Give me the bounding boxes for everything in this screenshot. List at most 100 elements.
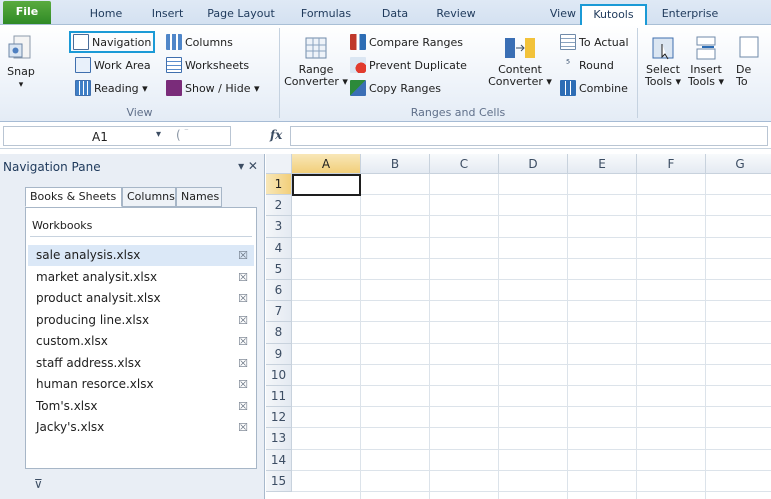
close-workbook-icon[interactable]: ☒ [238, 245, 248, 266]
row-header[interactable]: 9 [266, 343, 292, 365]
reading-button[interactable]: Reading ▾ [75, 78, 148, 98]
close-workbook-icon[interactable]: ☒ [238, 310, 248, 331]
close-workbook-icon[interactable]: ☒ [238, 353, 248, 374]
ranges-cells-group-label: Ranges and Cells [410, 106, 506, 119]
gridline [292, 342, 771, 344]
worksheets-button[interactable]: Worksheets [166, 55, 249, 75]
content-converter-label-2: Converter ▾ [488, 75, 552, 88]
navigation-button[interactable]: Navigation [69, 31, 156, 53]
round-icon: ⁵ [565, 59, 570, 70]
delete-tools-button[interactable]: De To [736, 35, 766, 88]
insert-tools-button[interactable]: Insert Tools ▾ [686, 35, 726, 88]
row-header[interactable]: 2 [266, 195, 292, 217]
column-header[interactable]: B [361, 154, 430, 174]
column-header[interactable]: D [499, 154, 568, 174]
range-converter-button[interactable]: Range Converter ▾ [282, 35, 350, 88]
copy-ranges-button[interactable]: Copy Ranges [350, 78, 441, 98]
show-hide-button[interactable]: Show / Hide ▾ [166, 78, 259, 98]
row-header[interactable]: 4 [266, 237, 292, 259]
row-header[interactable]: 14 [266, 449, 292, 471]
close-workbook-icon[interactable]: ☒ [238, 374, 248, 395]
row-header[interactable]: 13 [266, 428, 292, 450]
close-workbook-icon[interactable]: ☒ [238, 331, 248, 352]
workbook-item[interactable]: product analysit.xlsx ☒ [28, 288, 254, 309]
pin-icon[interactable]: ⊽ [34, 477, 43, 491]
tab-view[interactable]: View [490, 4, 580, 25]
name-box[interactable]: A1 ▾ ( ⁻ [3, 126, 231, 146]
snap-icon [8, 35, 31, 59]
close-workbook-icon[interactable]: ☒ [238, 417, 248, 438]
workbook-name: sale analysis.xlsx [36, 248, 141, 262]
close-workbook-icon[interactable]: ☒ [238, 396, 248, 417]
tab-names[interactable]: Names [176, 187, 222, 207]
workbook-item[interactable]: Tom's.xlsx ☒ [28, 396, 254, 417]
insert-function-icon[interactable]: fx [270, 128, 282, 142]
tab-kutools[interactable]: Kutools [580, 4, 647, 25]
snap-button[interactable]: Snap ▾ [4, 33, 38, 91]
navigation-pane-controls[interactable]: ▾ ✕ [238, 159, 258, 173]
round-label: Round [579, 58, 614, 72]
tab-file[interactable]: File [3, 1, 51, 24]
to-actual-button[interactable]: To Actual [560, 32, 629, 52]
select-tools-button[interactable]: Select Tools ▾ [643, 35, 683, 88]
tab-review[interactable]: Review [428, 4, 484, 25]
workbook-item[interactable]: custom.xlsx ☒ [28, 331, 254, 352]
workbook-item[interactable]: market analysit.xlsx ☒ [28, 267, 254, 288]
gridline [636, 174, 637, 499]
prevent-duplicate-label: Prevent Duplicate [369, 58, 467, 72]
tab-enterprise[interactable]: Enterprise [650, 4, 730, 25]
content-converter-button[interactable]: Content Converter ▾ [480, 35, 560, 88]
column-header[interactable]: G [706, 154, 771, 174]
close-workbook-icon[interactable]: ☒ [238, 288, 248, 309]
gridline [292, 194, 771, 196]
column-header[interactable]: C [430, 154, 499, 174]
workbook-item[interactable]: sale analysis.xlsx ☒ [28, 245, 254, 266]
compare-ranges-button[interactable]: Compare Ranges [350, 32, 463, 52]
gridline [498, 174, 499, 499]
combine-button[interactable]: Combine [560, 78, 628, 98]
ribbon: Snap ▾ Navigation Columns Work Area Works… [0, 25, 771, 122]
workbook-item[interactable]: staff address.xlsx ☒ [28, 353, 254, 374]
column-header[interactable]: A [292, 154, 361, 174]
tab-books-sheets[interactable]: Books & Sheets [25, 187, 122, 207]
name-box-resize-icon[interactable]: ( [176, 128, 181, 142]
row-header[interactable]: 7 [266, 301, 292, 323]
row-header[interactable]: 15 [266, 470, 292, 492]
row-header[interactable]: 10 [266, 364, 292, 386]
row-header[interactable]: 12 [266, 407, 292, 429]
prevent-duplicate-button[interactable]: Prevent Duplicate [350, 55, 467, 75]
formula-input[interactable] [290, 126, 768, 146]
columns-icon [166, 34, 182, 50]
row-header[interactable]: 6 [266, 280, 292, 302]
tab-formulas[interactable]: Formulas [292, 4, 360, 25]
round-button[interactable]: ⁵ Round [560, 55, 614, 75]
work-area-icon [75, 57, 91, 73]
tab-home[interactable]: Home [80, 4, 132, 25]
tab-insert[interactable]: Insert [140, 4, 195, 25]
columns-button[interactable]: Columns [166, 32, 233, 52]
row-header[interactable]: 8 [266, 322, 292, 344]
tab-columns[interactable]: Columns [122, 187, 176, 207]
gridline [360, 174, 361, 499]
row-header[interactable]: 5 [266, 258, 292, 280]
active-cell-a1[interactable] [292, 174, 361, 196]
work-area-button[interactable]: Work Area [75, 55, 151, 75]
name-box-dropdown-icon[interactable]: ▾ [156, 129, 161, 140]
workbook-item[interactable]: Jacky's.xlsx ☒ [28, 417, 254, 438]
navigation-pane: Navigation Pane ▾ ✕ Books & Sheets Colum… [0, 154, 265, 499]
workbook-item[interactable]: human resorce.xlsx ☒ [28, 374, 254, 395]
column-header[interactable]: F [637, 154, 706, 174]
worksheet-grid[interactable]: A B C D E F G 1 2 3 4 5 6 7 8 9 10 11 12 13 14 15 [266, 154, 771, 499]
row-header[interactable]: 1 [266, 174, 292, 196]
row-header[interactable]: 3 [266, 216, 292, 238]
gridline [292, 279, 771, 280]
tab-page-layout[interactable]: Page Layout [200, 4, 282, 25]
workbook-name: custom.xlsx [36, 334, 108, 348]
workbook-item[interactable]: producing line.xlsx ☒ [28, 310, 254, 331]
tab-data[interactable]: Data [370, 4, 420, 25]
column-header[interactable]: E [568, 154, 637, 174]
gridline [292, 300, 771, 302]
close-workbook-icon[interactable]: ☒ [238, 267, 248, 288]
select-all-corner[interactable] [266, 154, 292, 174]
row-header[interactable]: 11 [266, 386, 292, 408]
